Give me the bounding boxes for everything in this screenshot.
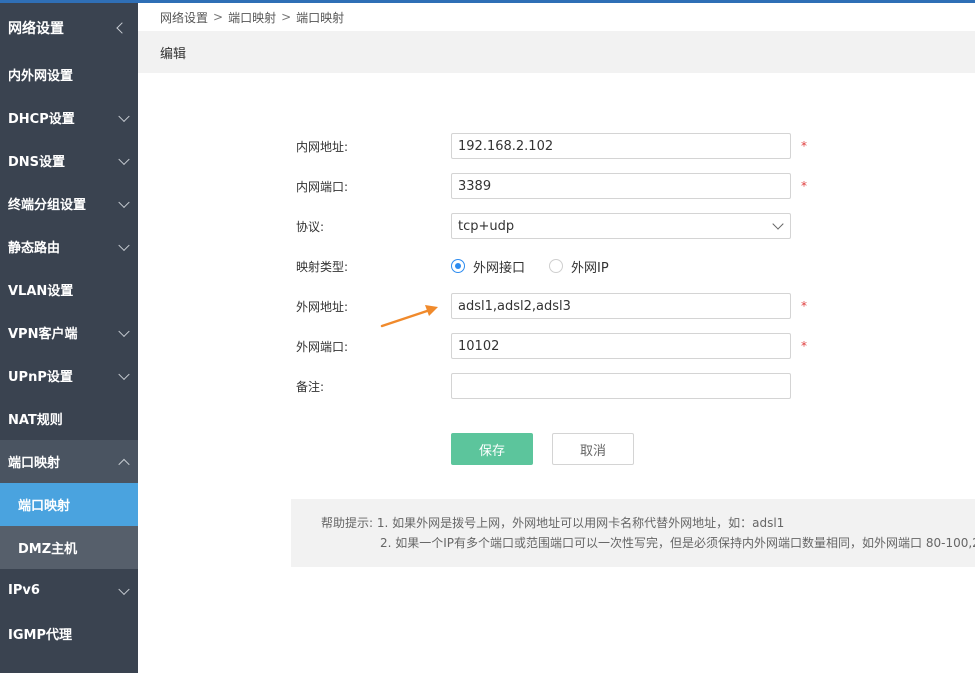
sidebar: 网络设置 内外网设置 DHCP设置 DNS设置 终端分组设置 静态路由 VLAN… [0,3,138,673]
chevron-down-icon [118,196,130,208]
form-row-wan-port: 外网端口: * [296,333,807,359]
chevron-down-icon [118,110,130,122]
cancel-button[interactable]: 取消 [552,433,634,465]
breadcrumb-separator: > [281,10,292,24]
required-mark: * [801,299,807,313]
radio-wan-interface-label[interactable]: 外网接口 [473,257,525,276]
main-content: 网络设置 > 端口映射 > 端口映射 编辑 内网地址: * 内网端口: * 协议… [138,3,975,673]
remark-input[interactable] [451,373,791,399]
wan-addr-input[interactable] [451,293,791,319]
chevron-down-icon [118,239,130,251]
sidebar-item-label: 静态路由 [8,241,61,256]
sidebar-item-static-route[interactable]: 静态路由 [0,225,138,268]
breadcrumb-item: 端口映射 [296,10,345,25]
sidebar-item-label: DHCP设置 [8,112,75,127]
chevron-down-icon [118,583,130,595]
wan-port-label: 外网端口: [296,339,349,354]
sidebar-item-label: IGMP代理 [8,628,72,643]
protocol-label: 协议: [296,219,325,234]
lan-port-input[interactable] [451,173,791,199]
radio-wan-interface[interactable] [451,259,465,273]
form-row-remark: 备注: [296,373,791,399]
sidebar-item-label: IPv6 [8,583,40,598]
sidebar-item-label: DMZ主机 [18,542,78,557]
sidebar-subitem-dmz[interactable]: DMZ主机 [0,526,138,569]
sidebar-item-label: NAT规则 [8,413,63,428]
save-button[interactable]: 保存 [451,433,533,465]
sidebar-item-label: VPN客户端 [8,327,78,342]
chevron-down-icon [772,218,784,230]
sidebar-item-igmp[interactable]: IGMP代理 [0,612,138,655]
help-line-2: 2. 如果一个IP有多个端口或范围端口可以一次性写完，但是必须保持内外网端口数量… [380,536,975,550]
chevron-up-icon [118,458,130,470]
sidebar-item-label: 终端分组设置 [8,198,87,213]
map-type-label: 映射类型: [296,259,349,274]
sidebar-item-ipv6[interactable]: IPv6 [0,569,138,612]
form-row-wan-addr: 外网地址: * [296,293,807,319]
chevron-down-icon [118,368,130,380]
map-type-radio-group: 外网接口 外网IP [451,257,633,276]
required-mark: * [801,179,807,193]
chevron-down-icon [118,153,130,165]
protocol-select[interactable]: tcp+udp [451,213,791,239]
lan-ip-label: 内网地址: [296,139,349,154]
help-line-1: 帮助提示: 1. 如果外网是拨号上网，外网地址可以用网卡名称代替外网地址，如：a… [321,516,785,530]
sidebar-item-vlan[interactable]: VLAN设置 [0,268,138,311]
form-row-protocol: 协议: tcp+udp [296,213,791,239]
required-mark: * [801,339,807,353]
sidebar-item-terminal-group[interactable]: 终端分组设置 [0,182,138,225]
sidebar-item-lan-wan[interactable]: 内外网设置 [0,53,138,96]
form-row-map-type: 映射类型: 外网接口 外网IP [296,253,633,279]
sidebar-header-label: 网络设置 [8,21,64,37]
sidebar-item-label: UPnP设置 [8,370,73,385]
sidebar-item-nat[interactable]: NAT规则 [0,397,138,440]
form-row-lan-ip: 内网地址: * [296,133,807,159]
required-mark: * [801,139,807,153]
sidebar-item-label: 端口映射 [18,499,71,514]
collapse-icon[interactable] [116,22,128,34]
sidebar-item-vpn-client[interactable]: VPN客户端 [0,311,138,354]
chevron-down-icon [118,325,130,337]
sidebar-item-port-mapping[interactable]: 端口映射 [0,440,138,483]
sidebar-item-label: DNS设置 [8,155,66,170]
wan-port-input[interactable] [451,333,791,359]
lan-ip-input[interactable] [451,133,791,159]
sidebar-item-upnp[interactable]: UPnP设置 [0,354,138,397]
radio-wan-ip[interactable] [549,259,564,273]
sidebar-item-label: 内外网设置 [8,69,74,84]
orange-arrow-icon [380,305,438,328]
sidebar-item-dns[interactable]: DNS设置 [0,139,138,182]
breadcrumb-item[interactable]: 端口映射 [228,9,276,26]
lan-port-label: 内网端口: [296,179,349,194]
sidebar-subitem-port-mapping[interactable]: 端口映射 [0,483,138,526]
protocol-select-value: tcp+udp [458,218,515,234]
radio-wan-ip-label[interactable]: 外网IP [571,257,609,276]
sidebar-header-network-settings[interactable]: 网络设置 [0,3,138,53]
sidebar-item-label: VLAN设置 [8,284,74,299]
breadcrumb-separator: > [213,10,224,24]
sidebar-item-label: 端口映射 [8,456,61,471]
panel-title-text: 编辑 [160,46,187,62]
help-tips: 帮助提示: 1. 如果外网是拨号上网，外网地址可以用网卡名称代替外网地址，如：a… [291,499,975,567]
sidebar-item-dhcp[interactable]: DHCP设置 [0,96,138,139]
breadcrumb: 网络设置 > 端口映射 > 端口映射 [138,3,975,31]
form-row-lan-port: 内网端口: * [296,173,807,199]
panel-title: 编辑 [138,31,975,73]
remark-label: 备注: [296,379,325,394]
breadcrumb-item[interactable]: 网络设置 [160,9,208,26]
